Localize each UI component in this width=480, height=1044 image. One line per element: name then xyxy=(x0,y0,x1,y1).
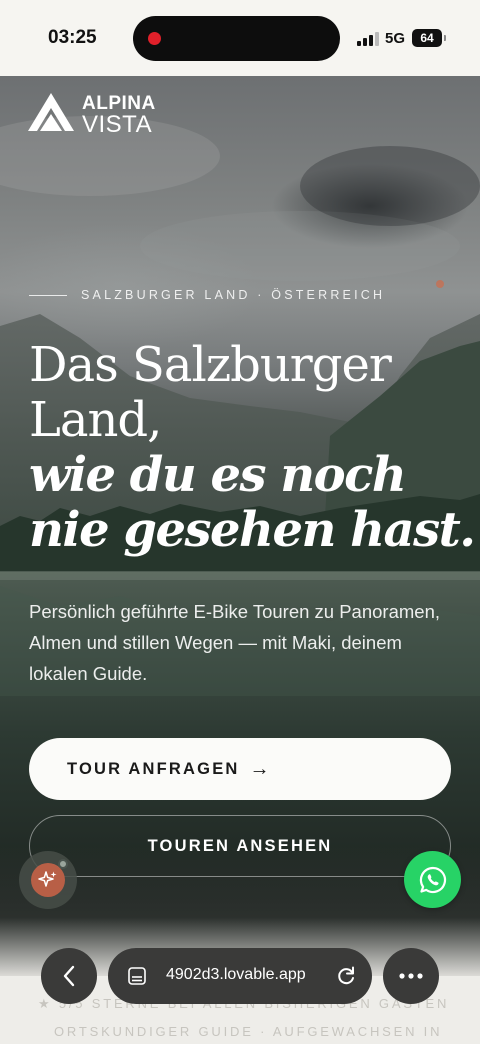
reload-icon[interactable] xyxy=(334,964,358,988)
touren-ansehen-button[interactable]: TOUREN ANSEHEN xyxy=(29,815,451,877)
mountain-logo-icon xyxy=(28,93,74,131)
eyebrow-text: SALZBURGER LAND · ÖSTERREICH xyxy=(81,288,386,302)
signal-icon xyxy=(357,32,379,46)
eyebrow-divider xyxy=(29,294,67,296)
arrow-right-icon: → xyxy=(249,757,270,780)
chevron-left-icon xyxy=(63,965,75,987)
whatsapp-icon xyxy=(419,866,446,893)
touren-ansehen-label: TOUREN ANSEHEN xyxy=(147,836,333,855)
dynamic-island xyxy=(133,16,340,61)
hero-lead: Persönlich geführte E-Bike Touren zu Pan… xyxy=(29,601,441,684)
browser-url: 4902d3.lovable.app xyxy=(166,966,306,983)
battery-icon: 64 xyxy=(412,29,446,47)
whatsapp-button[interactable] xyxy=(404,851,461,908)
status-bar: 03:25 5G 64 xyxy=(0,0,480,76)
browser-more-button[interactable] xyxy=(383,948,439,1004)
status-time: 03:25 xyxy=(48,27,97,48)
recording-indicator xyxy=(148,32,161,45)
headline-line-4: nie gesehen hast. xyxy=(29,502,476,558)
battery-level: 64 xyxy=(420,31,434,45)
logo-line-2: VISTA xyxy=(82,111,153,138)
network-label: 5G xyxy=(385,30,406,47)
hero-headline: Das Salzburger Land, wie du es noch nie … xyxy=(29,337,476,558)
page-icon xyxy=(128,967,146,985)
headline-line-2: Land, xyxy=(29,392,162,448)
headline-line-1: Das Salzburger xyxy=(29,337,392,393)
trust-guide: ORTSKUNDIGER GUIDE · AUFGEWACHSEN IN xyxy=(54,1024,443,1039)
more-icon xyxy=(399,973,423,979)
tour-anfragen-button[interactable]: TOUR ANFRAGEN → xyxy=(29,738,451,800)
browser-address-bar[interactable]: 4902d3.lovable.app xyxy=(108,948,372,1004)
ai-assistant-button[interactable] xyxy=(19,851,77,909)
online-indicator xyxy=(58,859,68,869)
hero-section: ALPINA VISTA SALZBURGER LAND · ÖSTERREIC… xyxy=(0,76,480,976)
headline-line-3: wie du es noch xyxy=(29,447,407,503)
tour-anfragen-label: TOUR ANFRAGEN xyxy=(67,759,240,778)
browser-back-button[interactable] xyxy=(41,948,97,1004)
hero-eyebrow: SALZBURGER LAND · ÖSTERREICH xyxy=(29,288,385,302)
